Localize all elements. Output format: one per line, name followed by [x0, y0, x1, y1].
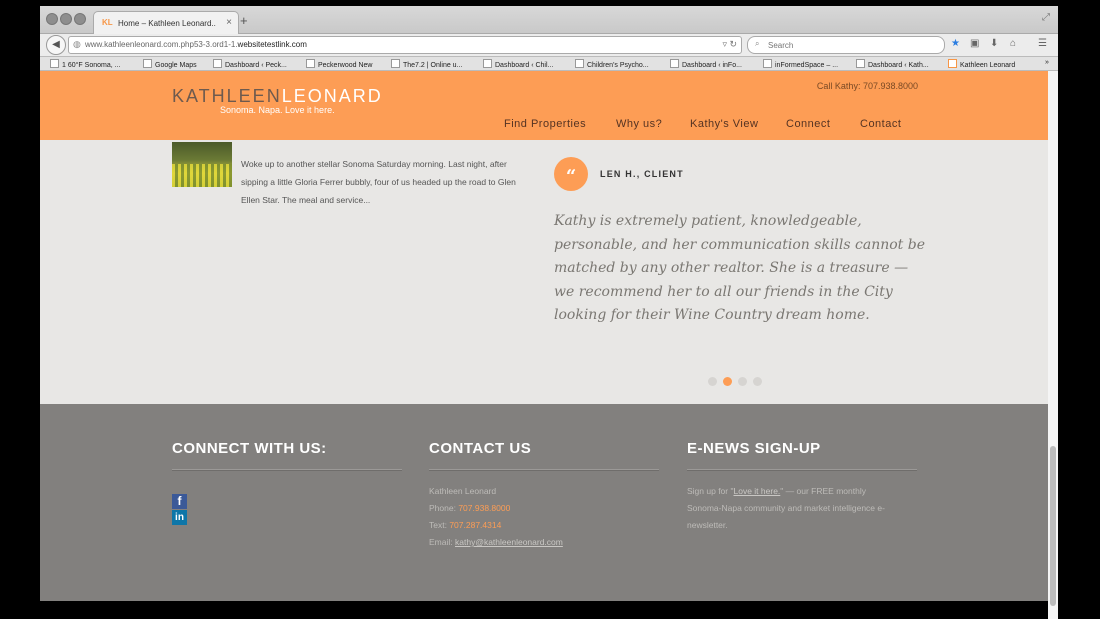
site-footer: CONNECT WITH US: f in CONTACT US Kathlee… — [40, 404, 1048, 601]
enews-heading: E-NEWS SIGN-UP — [687, 440, 821, 457]
testimonial-author: LEN H., CLIENT — [600, 169, 684, 179]
close-tab-icon[interactable]: × — [226, 17, 232, 28]
contact-name: Kathleen Leonard — [429, 486, 497, 496]
nav-why-us[interactable]: Why us? — [616, 118, 662, 130]
page-icon — [670, 59, 679, 68]
browser-window: KL Home – Kathleen Leonard... × + ⤢ ◀ ◍ … — [40, 6, 1058, 619]
bookmark-item[interactable]: Dashboard ‹ inFo... — [670, 59, 742, 69]
page-icon — [763, 59, 772, 68]
enews-description: Sign up for "Love it here." — our FREE m… — [687, 486, 885, 530]
weather-icon — [50, 59, 59, 68]
page-icon — [856, 59, 865, 68]
bookmark-item[interactable]: Google Maps — [143, 59, 197, 69]
search-input[interactable] — [766, 38, 940, 52]
footer-connect: CONNECT WITH US: f in — [172, 440, 402, 526]
minimize-window-button[interactable] — [60, 13, 72, 25]
download-icon[interactable]: ⬇ — [990, 38, 998, 49]
globe-icon: ◍ — [73, 39, 81, 49]
back-button[interactable]: ◀ — [46, 35, 66, 55]
linkedin-icon[interactable]: in — [172, 510, 187, 525]
page-icon — [306, 59, 315, 68]
slider-dot[interactable] — [723, 377, 732, 387]
page-content: KATHLEENLEONARD Sonoma. Napa. Love it he… — [40, 71, 1048, 619]
bookmark-item[interactable]: Dashboard ‹ Kath... — [856, 59, 929, 69]
slider-dot[interactable] — [753, 377, 762, 387]
call-kathy: Call Kathy: 707.938.8000 — [816, 81, 918, 91]
bookmarks-overflow-icon[interactable]: » — [1045, 59, 1049, 66]
nav-connect[interactable]: Connect — [786, 118, 830, 130]
kl-favicon-icon: KL — [102, 18, 113, 27]
site-tagline: Sonoma. Napa. Love it here. — [220, 105, 335, 115]
text-link[interactable]: 707.287.4314 — [449, 520, 501, 530]
bookmark-star-icon[interactable]: ★ — [951, 38, 960, 49]
bookmark-item[interactable]: Kathleen Leonard — [948, 59, 1015, 69]
search-icon: ⌕ — [755, 39, 760, 48]
page-icon — [575, 59, 584, 68]
email-link[interactable]: kathy@kathleenleonard.com — [455, 537, 563, 547]
bookmark-item[interactable]: Peckerwood New — [306, 59, 372, 69]
tab-bar: KL Home – Kathleen Leonard... × + ⤢ — [40, 6, 1058, 34]
tab-home[interactable]: KL Home – Kathleen Leonard... × — [93, 11, 239, 34]
slider-dot[interactable] — [738, 377, 747, 387]
nav-contact[interactable]: Contact — [860, 118, 901, 130]
menu-icon[interactable]: ☰ — [1038, 38, 1047, 49]
nav-kathys-view[interactable]: Kathy's View — [690, 118, 758, 130]
scrollbar-thumb[interactable] — [1050, 446, 1056, 606]
bookmark-item[interactable]: 1 60°F Sonoma, ... — [50, 59, 120, 69]
footer-enews: E-NEWS SIGN-UP Sign up for "Love it here… — [687, 440, 917, 534]
social-links: f in — [172, 494, 402, 525]
bookmark-item[interactable]: Dashboard ‹ Peck... — [213, 59, 287, 69]
bookmark-item[interactable]: The7.2 | Online u... — [391, 59, 462, 69]
clipboard-icon[interactable]: ▣ — [970, 38, 979, 49]
nav-toolbar: ◀ ◍ www.kathleenleonard.com.php53-3.ord1… — [40, 34, 1058, 57]
testimonial-text: Kathy is extremely patient, knowledgeabl… — [554, 213, 925, 323]
quote-icon: “ — [554, 157, 588, 191]
back-arrow-icon: ◀ — [52, 39, 60, 50]
bookmark-item[interactable]: inFormedSpace – ... — [763, 59, 838, 69]
slider-dots — [708, 373, 768, 391]
page-icon — [391, 59, 400, 68]
contact-details: Kathleen Leonard Phone: 707.938.8000 Tex… — [429, 483, 659, 551]
phone-link[interactable]: 707.938.8000 — [458, 503, 510, 513]
fullscreen-icon[interactable]: ⤢ — [1042, 12, 1050, 23]
zoom-window-button[interactable] — [74, 13, 86, 25]
connect-heading: CONNECT WITH US: — [172, 440, 327, 457]
footer-bottom-bar — [40, 601, 1048, 619]
url-text: www.kathleenleonard.com.php53-3.ord1-1.w… — [85, 40, 307, 49]
close-window-button[interactable] — [46, 13, 58, 25]
site-header: KATHLEENLEONARD Sonoma. Napa. Love it he… — [40, 71, 1048, 140]
bookmarks-bar: 1 60°F Sonoma, ... Google Maps Dashboard… — [40, 57, 1058, 71]
bookmark-item[interactable]: Dashboard ‹ Chil... — [483, 59, 553, 69]
address-bar[interactable]: ◍ www.kathleenleonard.com.php53-3.ord1-1… — [68, 36, 742, 54]
contact-heading: CONTACT US — [429, 440, 532, 457]
site-logo[interactable]: KATHLEENLEONARD — [172, 86, 383, 107]
footer-contact: CONTACT US Kathleen Leonard Phone: 707.9… — [429, 440, 659, 551]
tab-title: Home – Kathleen Leonard... — [118, 19, 216, 28]
blog-thumbnail[interactable] — [172, 142, 232, 187]
page-icon — [483, 59, 492, 68]
search-box[interactable]: ⌕ — [747, 36, 945, 54]
slider-dot[interactable] — [708, 377, 717, 387]
kl-icon — [948, 59, 957, 68]
reload-icon[interactable]: ▿ ↻ — [722, 39, 737, 50]
love-it-here-link[interactable]: Love it here. — [734, 486, 781, 496]
bookmark-item[interactable]: Children's Psycho... — [575, 59, 649, 69]
maps-icon — [143, 59, 152, 68]
new-tab-button[interactable]: + — [240, 13, 248, 28]
blog-snippet: Woke up to another stellar Sonoma Saturd… — [241, 159, 516, 205]
home-icon[interactable]: ⌂ — [1010, 38, 1016, 49]
nav-find-properties[interactable]: Find Properties — [504, 118, 586, 130]
page-icon — [213, 59, 222, 68]
facebook-icon[interactable]: f — [172, 494, 187, 509]
